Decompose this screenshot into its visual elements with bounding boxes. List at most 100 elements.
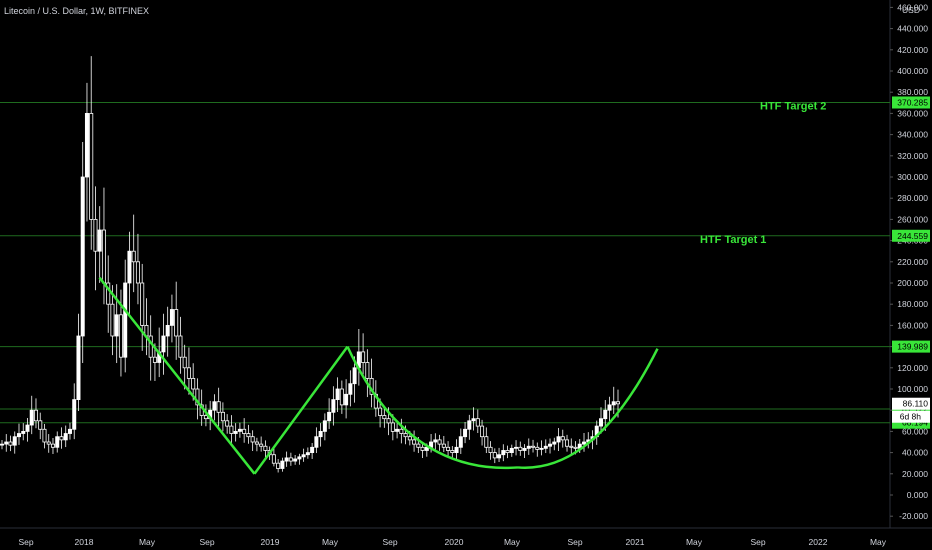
candle-body <box>135 261 140 284</box>
candle-body <box>16 433 21 438</box>
candle-body <box>531 445 536 448</box>
candle-body <box>573 446 578 449</box>
candle-body <box>611 401 616 406</box>
x-tick-label: May <box>139 537 156 547</box>
candle-body <box>607 404 612 411</box>
candle-body <box>518 446 523 451</box>
candle-body <box>386 418 391 424</box>
candle-body <box>242 428 247 434</box>
candle-body <box>140 282 145 326</box>
candle-body <box>552 441 557 445</box>
candle-body <box>560 436 565 441</box>
candle-body <box>305 452 310 456</box>
candle-body <box>12 436 17 446</box>
price-level-annotation: HTF Target 1 <box>700 234 766 246</box>
y-tick-label: 200.000 <box>897 278 928 288</box>
candle-body <box>276 462 281 469</box>
candle-body <box>254 441 259 445</box>
candle-body <box>416 443 421 448</box>
current-price-label: 86.110 <box>903 399 929 409</box>
candle-body <box>616 401 621 405</box>
candle-body <box>539 447 544 450</box>
candle-body <box>123 282 128 358</box>
candle-body <box>161 335 166 353</box>
candle-body <box>331 399 336 413</box>
y-tick-label: 160.000 <box>897 320 928 330</box>
candle-body <box>131 250 136 263</box>
candle-body <box>318 430 323 438</box>
candle-body <box>441 443 446 448</box>
candle-body <box>50 443 55 448</box>
candle-body <box>395 428 400 432</box>
candle-body <box>433 439 438 443</box>
candle-body <box>565 439 570 447</box>
currency-label: USD <box>902 5 920 15</box>
x-tick-label: May <box>322 537 339 547</box>
candle-body <box>233 430 238 434</box>
candle-body <box>412 439 417 445</box>
x-tick-label: Sep <box>18 537 33 547</box>
candle-body <box>152 356 157 363</box>
candle-body <box>25 424 30 432</box>
candle-body <box>446 446 451 451</box>
candle-body <box>33 409 38 422</box>
candle-body <box>250 436 255 443</box>
candle-body <box>310 446 315 453</box>
candle-body <box>174 309 179 337</box>
candle-body <box>348 383 353 395</box>
candle-body <box>314 436 319 448</box>
candle-body <box>182 356 187 369</box>
candle-body <box>216 401 221 413</box>
candle-body <box>89 113 94 220</box>
y-tick-label: 180.000 <box>897 299 928 309</box>
candle-body <box>297 456 302 460</box>
candle-body <box>76 335 81 400</box>
candle-body <box>110 303 115 337</box>
x-tick-label: Sep <box>199 537 214 547</box>
candle-body <box>599 418 604 427</box>
candle-body <box>339 388 344 406</box>
candle-body <box>327 411 332 422</box>
candle-body <box>8 441 13 446</box>
y-tick-label: 340.000 <box>897 130 928 140</box>
candle-body <box>420 446 425 451</box>
candle-body <box>101 229 106 284</box>
candle-body <box>97 229 102 252</box>
candle-body <box>322 420 327 432</box>
candle-body <box>484 436 489 448</box>
price-level-label: 139.989 <box>897 342 928 352</box>
candle-body <box>344 393 349 406</box>
candle-body <box>514 446 519 449</box>
candle-body <box>535 446 540 450</box>
candle-body <box>46 441 51 445</box>
y-tick-label: 40.000 <box>902 448 928 458</box>
candle-body <box>246 433 251 438</box>
candle-body <box>21 430 26 434</box>
candle-body <box>55 436 60 448</box>
candle-body <box>467 420 472 430</box>
candle-body <box>407 436 412 441</box>
candle-body <box>114 314 119 337</box>
y-tick-label: 300.000 <box>897 172 928 182</box>
candle-body <box>212 401 217 411</box>
candle-body <box>335 388 340 401</box>
candle-body <box>582 441 587 445</box>
candle-body <box>471 418 476 422</box>
candle-body <box>463 428 468 438</box>
candle-body <box>263 445 268 451</box>
x-tick-label: Sep <box>382 537 397 547</box>
candle-body <box>556 436 561 443</box>
y-tick-label: 440.000 <box>897 24 928 34</box>
candle-body <box>301 454 306 458</box>
y-tick-label: -20.000 <box>899 511 928 521</box>
candle-body <box>403 433 408 438</box>
candle-body <box>480 425 485 438</box>
y-tick-label: 100.000 <box>897 384 928 394</box>
price-chart[interactable]: -20.0000.00020.00040.00060.00080.000100.… <box>0 0 932 550</box>
candle-body <box>450 450 455 454</box>
y-tick-label: 360.000 <box>897 108 928 118</box>
trend-curve <box>517 348 659 469</box>
candle-body <box>361 351 366 363</box>
candle-body <box>29 409 34 426</box>
candle-body <box>38 420 43 430</box>
